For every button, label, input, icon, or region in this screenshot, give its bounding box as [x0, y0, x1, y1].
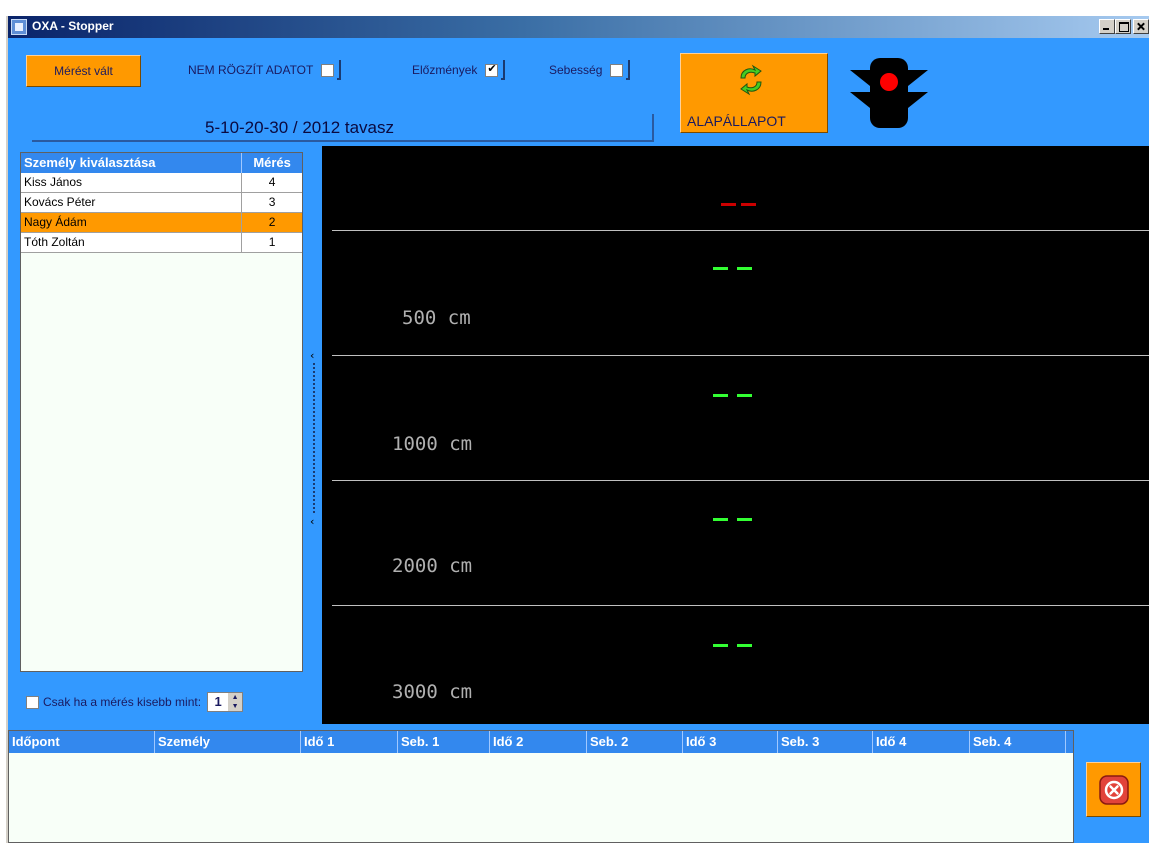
header-count[interactable]: Mérés: [242, 153, 302, 173]
speed-option[interactable]: Sebesség: [549, 60, 631, 80]
split-indicator: [713, 518, 728, 521]
start-indicator: [721, 203, 736, 206]
list-item[interactable]: Tóth Zoltán 1: [21, 233, 302, 253]
exit-icon: [1098, 774, 1129, 805]
col-header[interactable]: Idő 3: [683, 731, 778, 753]
person-name: Kovács Péter: [21, 193, 243, 212]
session-title: 5-10-20-30 / 2012 tavasz: [205, 118, 395, 137]
results-header: Időpont Személy Idő 1 Seb. 1 Idő 2 Seb. …: [9, 731, 1073, 753]
panel-splitter[interactable]: ‹ ‹: [309, 349, 319, 529]
person-count: 1: [268, 235, 276, 249]
timing-display: 500 cm 1000 cm 2000 cm 3000 cm: [322, 146, 1149, 724]
split-indicator: [713, 394, 728, 397]
history-label: Előzmények: [412, 63, 478, 77]
split-indicator: [713, 644, 728, 647]
title-bar[interactable]: OXA - Stopper: [8, 16, 1149, 38]
no-record-checkbox[interactable]: [321, 63, 335, 77]
spin-up-icon[interactable]: ▲: [228, 693, 242, 702]
no-record-label: NEM RÖGZÍT ADATOT: [188, 63, 314, 77]
person-count: 4: [268, 175, 276, 189]
exit-button[interactable]: [1086, 762, 1141, 817]
lane-divider: [332, 230, 1149, 231]
col-header[interactable]: Seb. 4: [970, 731, 1066, 753]
speed-label: Sebesség: [549, 63, 603, 77]
speed-checkbox[interactable]: [610, 63, 624, 77]
person-name: Tóth Zoltán: [21, 233, 243, 252]
filter-checkbox[interactable]: [26, 695, 39, 709]
chevron-left-icon[interactable]: ‹: [310, 349, 316, 363]
filter-row: Csak ha a mérés kisebb mint: 1 ▲ ▼: [26, 692, 244, 712]
close-button[interactable]: [1133, 19, 1149, 34]
person-count: 2: [268, 215, 276, 229]
person-name: Nagy Ádám: [21, 213, 243, 232]
col-header[interactable]: Idő 2: [490, 731, 587, 753]
distance-label: 3000 cm: [392, 681, 473, 703]
list-item-selected[interactable]: Nagy Ádám 2: [21, 213, 302, 233]
col-header[interactable]: Seb. 3: [778, 731, 873, 753]
refresh-icon: [740, 64, 762, 96]
header-person[interactable]: Személy kiválasztása: [21, 153, 243, 173]
list-item[interactable]: Kovács Péter 3: [21, 193, 302, 213]
switch-measurement-label: Mérést vált: [54, 64, 113, 78]
filter-label: Csak ha a mérés kisebb mint:: [43, 695, 202, 709]
distance-label: 500 cm: [402, 307, 471, 329]
col-header[interactable]: Idő 1: [301, 731, 398, 753]
lane-divider: [332, 605, 1149, 606]
list-item[interactable]: Kiss János 4: [21, 173, 302, 193]
split-indicator: [737, 267, 752, 270]
switch-measurement-button[interactable]: Mérést vált: [26, 55, 141, 87]
split-indicator: [737, 644, 752, 647]
traffic-light-icon: [850, 58, 928, 128]
reset-button[interactable]: ALAPÁLLAPOT: [680, 53, 828, 133]
app-window: OXA - Stopper Mérést vált NEM RÖGZÍT ADA…: [6, 16, 1149, 843]
start-indicator: [741, 203, 756, 206]
history-checkbox[interactable]: [485, 62, 499, 77]
person-count: 3: [268, 195, 276, 209]
history-option[interactable]: Előzmények: [412, 60, 506, 80]
col-header[interactable]: Időpont: [9, 731, 155, 753]
split-indicator: [737, 518, 752, 521]
lane-divider: [332, 480, 1149, 481]
distance-label: 2000 cm: [392, 555, 473, 577]
filter-value[interactable]: 1: [208, 693, 228, 711]
spin-down-icon[interactable]: ▼: [228, 702, 242, 711]
col-header[interactable]: Idő 4: [873, 731, 970, 753]
maximize-button[interactable]: [1115, 19, 1131, 34]
split-indicator: [737, 394, 752, 397]
filter-stepper[interactable]: 1 ▲ ▼: [207, 692, 244, 712]
app-icon: [11, 19, 27, 35]
no-record-option[interactable]: NEM RÖGZÍT ADATOT: [188, 60, 342, 80]
chevron-left-icon[interactable]: ‹: [310, 515, 316, 529]
reset-label: ALAPÁLLAPOT: [687, 113, 786, 129]
window-title: OXA - Stopper: [32, 19, 114, 33]
person-list[interactable]: Személy kiválasztása Mérés Kiss János 4 …: [20, 152, 303, 672]
person-name: Kiss János: [21, 173, 243, 192]
lane-divider: [332, 355, 1149, 356]
distance-label: 1000 cm: [392, 433, 473, 455]
minimize-button[interactable]: [1099, 19, 1115, 34]
col-header[interactable]: Személy: [155, 731, 301, 753]
col-header[interactable]: Seb. 2: [587, 731, 683, 753]
col-header[interactable]: Seb. 1: [398, 731, 490, 753]
person-list-header: Személy kiválasztása Mérés: [21, 153, 302, 173]
results-table[interactable]: Időpont Személy Idő 1 Seb. 1 Idő 2 Seb. …: [8, 730, 1074, 843]
split-indicator: [713, 267, 728, 270]
